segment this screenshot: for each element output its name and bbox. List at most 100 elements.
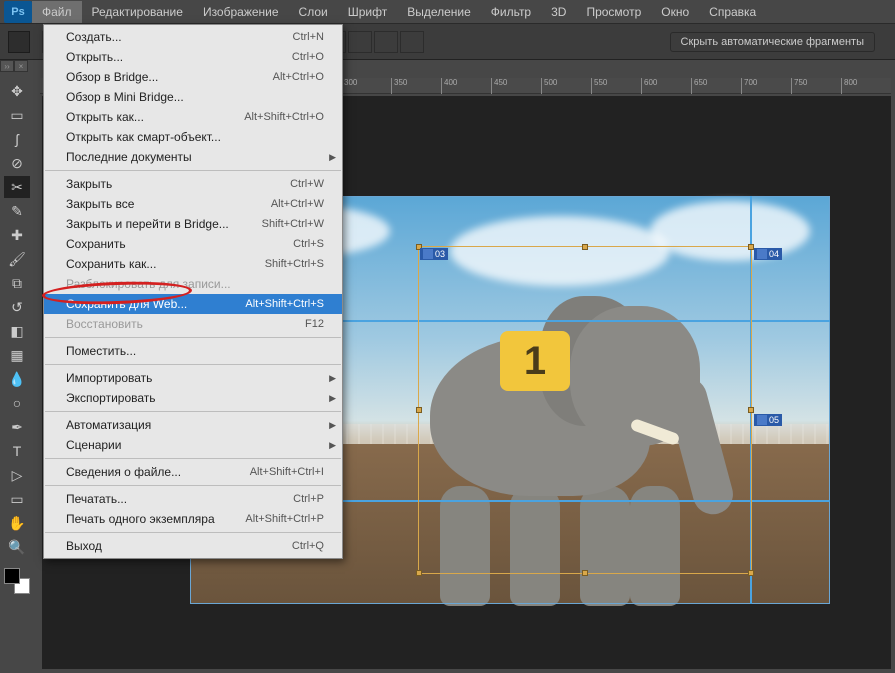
menu-item[interactable]: Обзор в Mini Bridge... xyxy=(44,87,342,107)
foreground-color-swatch[interactable] xyxy=(4,568,20,584)
menu-item-label: Выход xyxy=(66,539,102,553)
ruler-tick: 500 xyxy=(541,78,557,94)
slice-tool-icon[interactable]: ✂ xyxy=(4,176,30,198)
dist-v3-icon[interactable] xyxy=(400,31,424,53)
hand-tool-icon[interactable]: ✋ xyxy=(4,512,30,534)
menu-separator xyxy=(45,337,341,338)
menu-3d[interactable]: 3D xyxy=(541,1,576,23)
marquee-tool-icon[interactable]: ▭ xyxy=(4,104,30,126)
tool-tab-collapse-icon[interactable]: ›› xyxy=(0,60,14,72)
menu-item[interactable]: Экспортировать xyxy=(44,388,342,408)
slice-label-05[interactable]: 05 xyxy=(754,414,782,426)
eraser-tool-icon[interactable]: ◧ xyxy=(4,320,30,342)
menu-item[interactable]: Выход Ctrl+Q xyxy=(44,536,342,556)
color-swatches[interactable] xyxy=(4,568,30,594)
menu-item[interactable]: ЗакрытьCtrl+W xyxy=(44,174,342,194)
menu-item[interactable]: Печать одного экземпляраAlt+Shift+Ctrl+P xyxy=(44,509,342,529)
shape-tool-icon[interactable]: ▭ xyxy=(4,488,30,510)
tool-tab-close-icon[interactable]: × xyxy=(14,60,28,72)
slice-handle[interactable] xyxy=(582,244,588,250)
slice-handle[interactable] xyxy=(582,570,588,576)
tool-preset-picker[interactable] xyxy=(8,31,30,53)
menu-item-label: Сценарии xyxy=(66,438,121,452)
menu-layers[interactable]: Слои xyxy=(289,1,338,23)
menu-item[interactable]: Сохранить как...Shift+Ctrl+S xyxy=(44,254,342,274)
menu-item-shortcut: Ctrl+O xyxy=(292,51,324,63)
move-tool-icon[interactable]: ✥ xyxy=(4,80,30,102)
menu-item[interactable]: Печатать...Ctrl+P xyxy=(44,489,342,509)
menu-item-label: Разблокировать для записи... xyxy=(66,277,231,291)
menubar: Ps Файл Редактирование Изображение Слои … xyxy=(0,0,895,24)
lasso-tool-icon[interactable]: ʃ xyxy=(4,128,30,150)
menu-item[interactable]: Сохранить для Web... Alt+Shift+Ctrl+S xyxy=(44,294,342,314)
menu-edit[interactable]: Редактирование xyxy=(82,1,193,23)
menu-item[interactable]: Автоматизация xyxy=(44,415,342,435)
menu-item[interactable]: Открыть как...Alt+Shift+Ctrl+O xyxy=(44,107,342,127)
menu-type[interactable]: Шрифт xyxy=(338,1,397,23)
menu-item-shortcut: F12 xyxy=(305,318,324,330)
history-brush-tool-icon[interactable]: ↺ xyxy=(4,296,30,318)
stamp-tool-icon[interactable]: ⧉ xyxy=(4,272,30,294)
slice-handle[interactable] xyxy=(748,407,754,413)
menu-separator xyxy=(45,170,341,171)
dist-h3-icon[interactable] xyxy=(374,31,398,53)
tool-strip: ✥ ▭ ʃ ⊘ ✂ ✎ ✚ 🖌 ⧉ ↺ ◧ ▦ 💧 ○ ✒ T ▷ ▭ ✋ 🔍 xyxy=(0,76,34,594)
menu-item-shortcut: Alt+Shift+Ctrl+S xyxy=(245,298,324,310)
menu-item-shortcut: Ctrl+Q xyxy=(292,540,324,552)
menu-item-label: Закрыть и перейти в Bridge... xyxy=(66,217,229,231)
menu-item[interactable]: Импортировать xyxy=(44,368,342,388)
pen-tool-icon[interactable]: ✒ xyxy=(4,416,30,438)
menu-separator xyxy=(45,411,341,412)
menu-item[interactable]: Обзор в Bridge...Alt+Ctrl+O xyxy=(44,67,342,87)
menu-item: Восстановить F12 xyxy=(44,314,342,334)
hide-auto-slices-button[interactable]: Скрыть автоматические фрагменты xyxy=(670,32,875,52)
slice-badge-icon xyxy=(757,249,767,259)
menu-filter[interactable]: Фильтр xyxy=(481,1,541,23)
menu-item-label: Сохранить для Web... xyxy=(66,297,187,311)
ruler-tick: 750 xyxy=(791,78,807,94)
menu-item-label: Последние документы xyxy=(66,150,192,164)
dist-v2-icon[interactable] xyxy=(348,31,372,53)
zoom-tool-icon[interactable]: 🔍 xyxy=(4,536,30,558)
menu-item[interactable]: Открыть как смарт-объект... xyxy=(44,127,342,147)
slice-handle[interactable] xyxy=(416,407,422,413)
menu-window[interactable]: Окно xyxy=(651,1,699,23)
quick-select-tool-icon[interactable]: ⊘ xyxy=(4,152,30,174)
menu-item[interactable]: Открыть...Ctrl+O xyxy=(44,47,342,67)
brush-tool-icon[interactable]: 🖌 xyxy=(4,248,30,270)
menu-item-shortcut: Ctrl+S xyxy=(293,238,324,250)
menu-item-label: Сведения о файле... xyxy=(66,465,181,479)
menu-item[interactable]: Закрыть всеAlt+Ctrl+W xyxy=(44,194,342,214)
menu-item-shortcut: Ctrl+N xyxy=(293,31,324,43)
menu-view[interactable]: Просмотр xyxy=(576,1,651,23)
slice-selected[interactable] xyxy=(418,246,752,574)
menu-file[interactable]: Файл xyxy=(32,1,82,23)
eyedropper-tool-icon[interactable]: ✎ xyxy=(4,200,30,222)
slice-label-04[interactable]: 04 xyxy=(754,248,782,260)
slice-label-03[interactable]: 03 xyxy=(420,248,448,260)
menu-item-shortcut: Alt+Ctrl+O xyxy=(273,71,324,83)
menu-select[interactable]: Выделение xyxy=(397,1,481,23)
gradient-tool-icon[interactable]: ▦ xyxy=(4,344,30,366)
menu-item[interactable]: Сведения о файле...Alt+Shift+Ctrl+I xyxy=(44,462,342,482)
slice-handle[interactable] xyxy=(416,570,422,576)
blur-tool-icon[interactable]: 💧 xyxy=(4,368,30,390)
dodge-tool-icon[interactable]: ○ xyxy=(4,392,30,414)
menu-image[interactable]: Изображение xyxy=(193,1,289,23)
path-select-tool-icon[interactable]: ▷ xyxy=(4,464,30,486)
ruler-tick: 600 xyxy=(641,78,657,94)
menu-item[interactable]: Сценарии xyxy=(44,435,342,455)
menu-item-label: Восстановить xyxy=(66,317,143,331)
menu-item[interactable]: СохранитьCtrl+S xyxy=(44,234,342,254)
menu-help[interactable]: Справка xyxy=(699,1,766,23)
menu-item[interactable]: Поместить... xyxy=(44,341,342,361)
menu-item[interactable]: Создать...Ctrl+N xyxy=(44,27,342,47)
ruler-tick: 650 xyxy=(691,78,707,94)
menu-item-label: Поместить... xyxy=(66,344,136,358)
menu-item-label: Открыть как... xyxy=(66,110,144,124)
menu-item[interactable]: Закрыть и перейти в Bridge...Shift+Ctrl+… xyxy=(44,214,342,234)
slice-handle[interactable] xyxy=(748,570,754,576)
menu-item[interactable]: Последние документы xyxy=(44,147,342,167)
healing-tool-icon[interactable]: ✚ xyxy=(4,224,30,246)
type-tool-icon[interactable]: T xyxy=(4,440,30,462)
